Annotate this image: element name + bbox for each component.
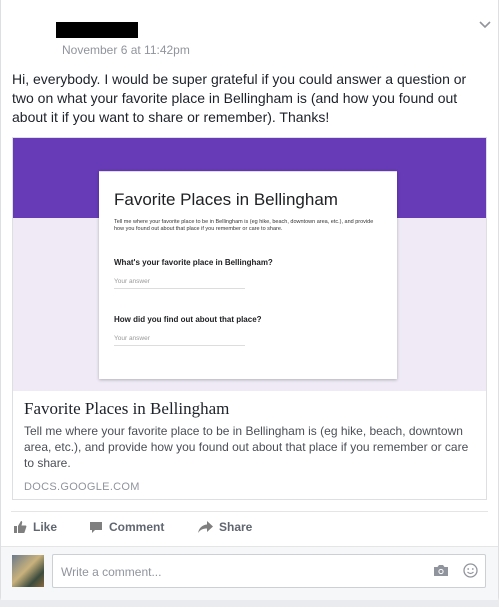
- post-timestamp[interactable]: November 6 at 11:42pm: [62, 43, 190, 57]
- comment-label: Comment: [109, 520, 165, 534]
- form-preview-image[interactable]: Favorite Places in Bellingham Tell me wh…: [13, 138, 486, 391]
- post-card: November 6 at 11:42pm Hi, everybody. I w…: [0, 0, 499, 600]
- share-label: Share: [219, 520, 253, 534]
- like-button[interactable]: Like: [13, 520, 57, 534]
- form-card: Favorite Places in Bellingham Tell me wh…: [99, 171, 397, 379]
- share-arrow-icon: [198, 521, 213, 533]
- comment-input[interactable]: [59, 561, 423, 583]
- form-question-1: What's your favorite place in Bellingham…: [114, 258, 273, 267]
- link-description: Tell me where your favorite place to be …: [24, 424, 469, 470]
- smiley-icon[interactable]: [463, 563, 478, 578]
- chevron-down-icon[interactable]: [478, 20, 492, 30]
- share-button[interactable]: Share: [198, 520, 252, 534]
- form-answer-field-2: Your answer: [114, 335, 245, 346]
- form-description: Tell me where your favorite place to be …: [114, 219, 374, 232]
- thumbs-up-icon: [14, 521, 27, 533]
- link-title[interactable]: Favorite Places in Bellingham: [24, 399, 229, 419]
- redacted-author-name: [56, 22, 138, 38]
- form-title: Favorite Places in Bellingham: [114, 190, 338, 209]
- link-domain: DOCS.GOOGLE.COM: [24, 481, 140, 493]
- like-label: Like: [33, 520, 58, 534]
- comment-composer: [1, 546, 498, 600]
- form-question-2: How did you find out about that place?: [114, 315, 262, 324]
- form-answer-field-1: Your answer: [114, 278, 245, 289]
- link-preview-card[interactable]: Favorite Places in Bellingham Tell me wh…: [12, 137, 487, 500]
- comment-button[interactable]: Comment: [89, 520, 164, 534]
- camera-icon[interactable]: [433, 564, 449, 577]
- post-actions-bar: Like Comment Share: [11, 511, 488, 547]
- avatar[interactable]: [12, 555, 44, 587]
- post-text: Hi, everybody. I would be super grateful…: [12, 71, 467, 125]
- comment-box[interactable]: [52, 554, 486, 588]
- speech-bubble-icon: [90, 521, 102, 533]
